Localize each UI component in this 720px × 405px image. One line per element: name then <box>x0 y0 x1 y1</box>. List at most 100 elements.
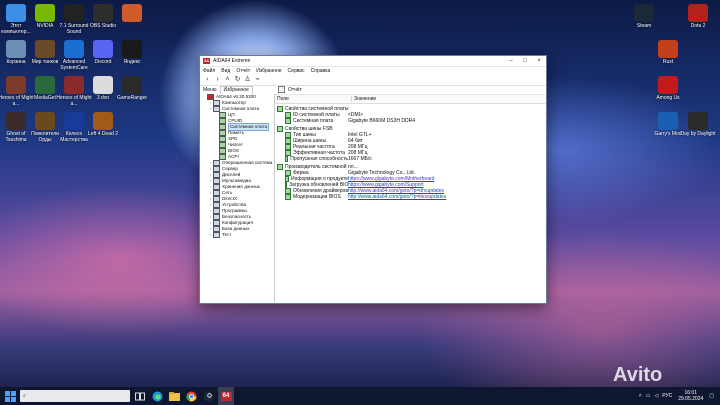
heroes-icon <box>6 76 26 94</box>
test-icon <box>213 232 220 238</box>
title-bar[interactable]: 64 AIDA64 Extreme – □ × <box>200 56 546 67</box>
desktop-icon[interactable]: Day by Daylight <box>678 112 718 137</box>
property-value: 1667 МБ/с <box>348 156 372 162</box>
desktop-icon-label: Steam <box>636 23 652 29</box>
search-box[interactable]: ⌕ <box>20 390 130 402</box>
aida64-window: 64 AIDA64 Extreme – □ × Файл Вид Отчёт Избр… <box>199 55 547 304</box>
column-value[interactable]: Значение <box>352 96 376 102</box>
property-icon <box>285 156 289 162</box>
desktop-icon[interactable]: Left 4 Dead 2 <box>83 112 123 137</box>
property-field: Модернизации BIOS <box>293 194 341 200</box>
steam-icon[interactable] <box>201 389 215 403</box>
refresh-icon[interactable]: ↻ <box>233 76 242 84</box>
rust-icon <box>658 40 678 58</box>
property-row: Пропускная способность 1667 МБ/с <box>275 156 546 162</box>
avito-watermark: Avito <box>613 364 663 386</box>
file-explorer-icon[interactable] <box>167 389 181 403</box>
up-icon[interactable]: ˄ <box>223 76 232 84</box>
property-value: Gigabyte B660M DS3H DDR4 <box>348 118 415 124</box>
heroes-icon <box>64 76 84 94</box>
desktop-icon-label: Яндекс <box>123 59 141 65</box>
navigation-tree: AIDA64 v6.20.5300 › Компьютер ˅ Системная пл… <box>200 94 275 302</box>
gmod-icon <box>658 112 678 130</box>
aida64-logo-icon: 64 <box>203 58 210 64</box>
taskbar: ⌕ 64 ˄ ▭ ◁ РУС 16:01 29.05.2024 ▢ <box>0 387 720 405</box>
amongus-icon <box>658 76 678 94</box>
maximize-button[interactable]: □ <box>518 58 532 64</box>
computer-icon <box>6 4 26 22</box>
menu-item[interactable]: Справка <box>311 68 331 74</box>
forward-icon[interactable]: › <box>213 76 222 84</box>
file-icon <box>93 76 113 94</box>
chart-icon[interactable]: ⌁ <box>253 76 262 84</box>
ghost-icon <box>6 112 26 130</box>
search-icon: ⌕ <box>23 393 26 399</box>
l4d2-icon <box>93 112 113 130</box>
notification-icon[interactable]: ▢ <box>709 393 714 399</box>
systemcare-icon <box>64 40 84 58</box>
language-indicator[interactable]: РУС <box>662 393 672 399</box>
desktop-icon[interactable]: Steam <box>624 4 664 29</box>
minimize-button[interactable]: – <box>504 58 518 64</box>
surround-icon <box>64 4 84 22</box>
dbd-icon <box>688 112 708 130</box>
gameranger-icon <box>122 76 142 94</box>
desktop-icon-label: Left 4 Dead 2 <box>87 131 119 137</box>
aida64-taskbar-icon[interactable]: 64 <box>218 387 234 405</box>
property-link[interactable]: http://www.aida64.com/goto/?p=biosupdate… <box>348 194 446 200</box>
photo-icon <box>122 4 142 22</box>
report-icon[interactable] <box>278 86 285 93</box>
edge-icon[interactable] <box>150 389 164 403</box>
desktop-icon[interactable]: Яндекс <box>112 40 152 65</box>
obs-icon <box>93 4 113 22</box>
recycle-bin-icon <box>6 40 26 58</box>
column-header: Поле Значение <box>275 95 546 104</box>
desktop-icon[interactable] <box>112 4 152 23</box>
network-icon[interactable]: ▭ <box>646 393 651 399</box>
left-tabs: Меню Избранное <box>200 85 274 94</box>
menu-bar: Файл Вид Отчёт Избранное Сервис Справка <box>200 67 546 75</box>
volume-icon[interactable]: ◁ <box>654 393 658 399</box>
start-button[interactable] <box>3 389 17 403</box>
report-label[interactable]: Отчёт <box>288 87 302 93</box>
desktop-icon[interactable]: Dota 2 <box>678 4 718 29</box>
property-icon <box>285 194 291 200</box>
menu-item[interactable]: Вид <box>221 68 230 74</box>
desktop-icon-label: Rust <box>662 59 674 65</box>
report-bar: Отчёт <box>275 85 546 95</box>
tab-menu[interactable]: Меню <box>200 87 220 94</box>
user-icon[interactable]: ♙ <box>243 76 252 84</box>
tab-favorites[interactable]: Избранное <box>219 86 253 94</box>
task-view-icon[interactable] <box>133 389 147 403</box>
window-title: AIDA64 Extreme <box>213 58 251 64</box>
menu-item[interactable]: Файл <box>203 68 215 74</box>
dota-icon <box>688 4 708 22</box>
desktop-icon-label: Among Us <box>656 95 680 101</box>
property-row: Модернизации BIOS http://www.aida64.com/g… <box>275 194 546 200</box>
chevron-up-icon[interactable]: ˄ <box>639 393 642 399</box>
system-tray: ˄ ▭ ◁ РУС 16:01 29.05.2024 ▢ <box>639 389 714 403</box>
column-field[interactable]: Поле <box>275 96 352 102</box>
desktop-icon[interactable]: GameRanger <box>112 76 152 101</box>
desktop-icon-label: Dota 2 <box>690 23 706 29</box>
tree-item[interactable]: › Тест <box>200 232 274 238</box>
discord-icon <box>93 40 113 58</box>
property-field: Пропускная способность <box>290 156 348 162</box>
close-button[interactable]: × <box>532 58 546 64</box>
tanks-icon <box>35 40 55 58</box>
property-list: Свойства системной платы ID системной пла… <box>275 106 546 200</box>
desktop-icon[interactable]: Rust <box>648 40 688 65</box>
back-icon[interactable]: ‹ <box>203 76 212 84</box>
chrome-icon[interactable] <box>184 389 198 403</box>
menu-item[interactable]: Избранное <box>256 68 281 74</box>
menu-item[interactable]: Сервис <box>288 68 305 74</box>
property-row: Системная плата Gigabyte B660M DS3H DDR4 <box>275 118 546 124</box>
desktop-icon[interactable]: Among Us <box>648 76 688 101</box>
wheel-icon <box>64 112 84 130</box>
clock-date: 29.05.2024 <box>678 396 704 402</box>
mediaget-icon <box>35 76 55 94</box>
nvidia-icon <box>35 4 55 22</box>
horde-icon <box>35 112 55 130</box>
menu-item[interactable]: Отчёт <box>236 68 250 74</box>
clock[interactable]: 16:01 29.05.2024 <box>678 390 703 402</box>
